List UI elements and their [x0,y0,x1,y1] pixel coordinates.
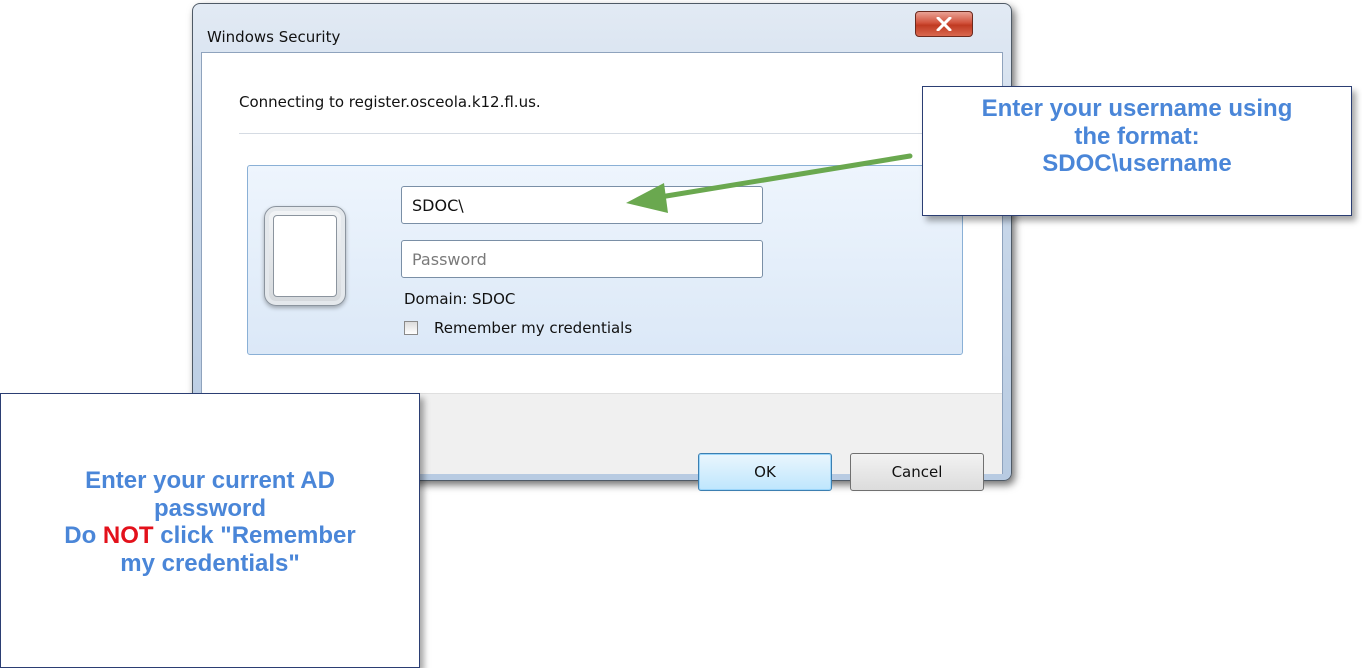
password-input[interactable] [401,240,763,278]
cancel-button[interactable]: Cancel [850,453,984,491]
divider [239,133,983,134]
username-input[interactable] [401,186,763,224]
credential-tile[interactable]: Domain: SDOC Remember my credentials [247,165,963,355]
remember-credentials-row[interactable]: Remember my credentials [404,319,632,337]
connecting-message: Connecting to register.osceola.k12.fl.us… [239,93,541,111]
not-emphasis: NOT [102,522,154,550]
close-icon [936,17,952,31]
callout-text-line: password [153,494,267,522]
callout-text-line: SDOC\username [1042,150,1232,178]
callout-text-line: the format: [1074,122,1200,150]
password-instruction-callout: Enter your current AD password Do NOT cl… [0,393,420,668]
domain-label: Domain: SDOC [404,290,516,308]
remember-credentials-label: Remember my credentials [434,319,633,337]
ok-button[interactable]: OK [698,453,832,491]
callout-text-line: Enter your username using [981,95,1293,122]
close-button[interactable] [915,11,973,37]
callout-text-line: Do NOT click "Remember [64,522,356,550]
dialog-title: Windows Security [207,28,341,46]
callout-text-line: Enter your current AD [85,467,335,494]
user-avatar-icon [264,206,346,306]
username-instruction-callout: Enter your username using the format: SD… [922,86,1352,216]
remember-credentials-checkbox[interactable] [404,321,418,335]
callout-text-line: my credentials" [120,549,300,577]
